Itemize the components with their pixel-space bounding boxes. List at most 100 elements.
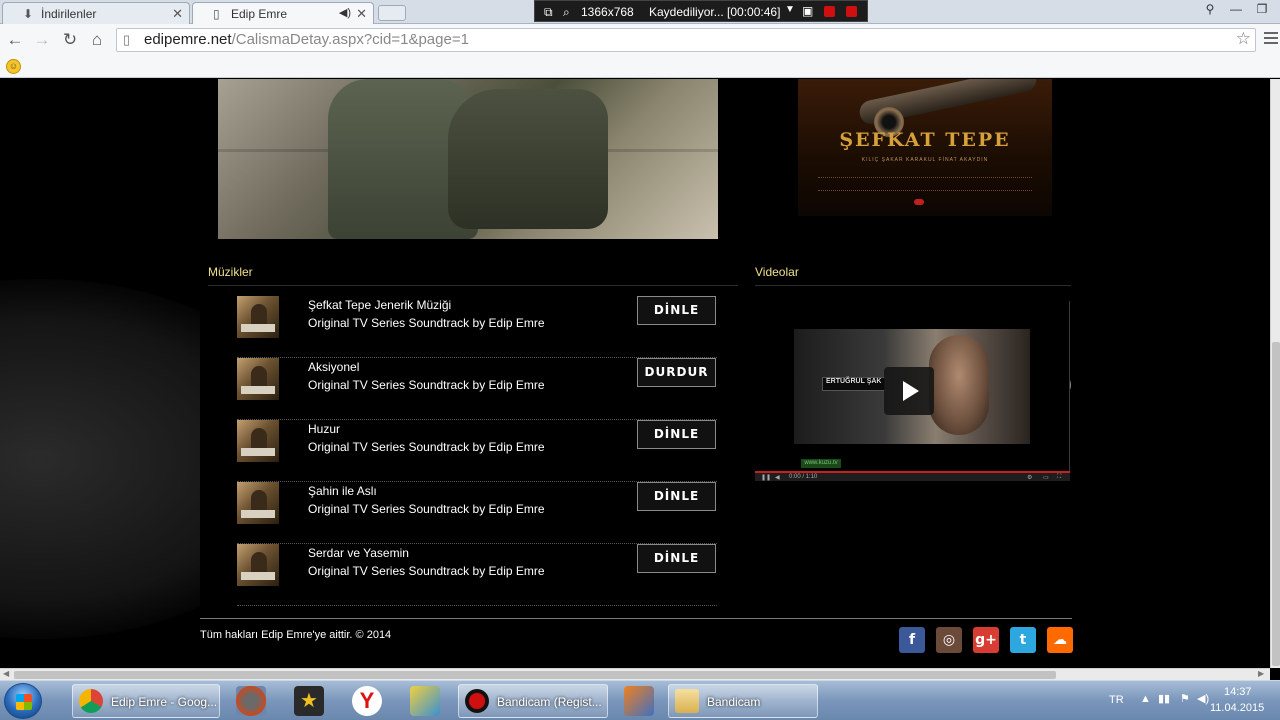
track-subtitle: Original TV Series Soundtrack by Edip Em… — [308, 378, 545, 392]
volume-icon[interactable]: ◀ — [775, 474, 780, 481]
poster-title: ŞEFKAT TEPE — [839, 129, 1011, 151]
soundcloud-icon[interactable]: ☁ — [1047, 627, 1073, 653]
paint-icon[interactable] — [410, 686, 440, 716]
show-hidden-icons-icon[interactable]: ▲ — [1140, 693, 1151, 705]
track-row: Şefkat Tepe Jenerik Müziği Original TV Se… — [237, 296, 717, 358]
video-time: 0:00 / 1:10 — [789, 474, 818, 480]
back-button[interactable]: ← — [4, 29, 26, 51]
track-row: Serdar ve Yasemin Original TV Series Soun… — [237, 544, 717, 606]
track-play-button[interactable]: DİNLE — [637, 296, 716, 325]
instagram-icon[interactable]: ◎ — [936, 627, 962, 653]
video-thumbnail[interactable]: ERTUĞRUL ŞAK — [794, 329, 1030, 444]
camera-icon[interactable]: ▣ — [802, 4, 813, 18]
flag-icon[interactable]: ⚑ — [1180, 692, 1190, 705]
start-button[interactable] — [4, 683, 42, 719]
track-play-button[interactable]: DİNLE — [637, 544, 716, 573]
chrome-menu-button[interactable] — [1264, 32, 1278, 48]
taskbar-bandicam-folder[interactable]: Bandicam — [668, 684, 818, 718]
recorder-bar: ⧉ ⌕ 1366x768 Kaydediliyor... [00:00:46] … — [534, 0, 868, 22]
new-tab-button[interactable] — [378, 5, 406, 21]
scroll-right-icon[interactable]: ▶ — [1258, 669, 1264, 678]
forward-button[interactable]: → — [31, 29, 53, 51]
clock-date[interactable]: 11.04.2015 — [1210, 702, 1264, 714]
twitter-icon[interactable]: t — [1010, 627, 1036, 653]
reload-button[interactable]: ↻ — [59, 29, 81, 51]
record-icon[interactable] — [846, 6, 857, 20]
pause-icon[interactable] — [824, 6, 835, 20]
smiley-icon[interactable]: ☺ — [6, 59, 21, 74]
track-subtitle: Original TV Series Soundtrack by Edip Em… — [308, 316, 545, 330]
recorder-resolution: 1366x768 — [581, 5, 634, 19]
fullscreen-icon[interactable]: ⛶ — [1057, 474, 1061, 481]
series-poster: ŞEFKAT TEPE KILIÇ ŞAKAR KARAKUL FİNAT AK… — [798, 79, 1052, 216]
system-tray: TR ▲ ▮▮ ⚑ ◀) 14:37 11.04.2015 — [1100, 681, 1280, 720]
tab-strip: ⬇ İndirilenler ✕ ▯ Edip Emre ◀) ✕ ⧉ ⌕ 13… — [0, 0, 1280, 24]
scroll-left-icon[interactable]: ◀ — [3, 669, 9, 678]
minimize-button[interactable]: — — [1224, 0, 1248, 18]
close-icon[interactable]: ✕ — [356, 6, 367, 22]
track-title: Serdar ve Yasemin — [308, 546, 409, 560]
clock-time[interactable]: 14:37 — [1224, 686, 1252, 698]
music-heading-divider — [208, 285, 738, 286]
bookmark-star-icon[interactable]: ☆ — [1236, 28, 1251, 50]
scrollbar-thumb[interactable] — [1272, 342, 1280, 666]
network-icon[interactable]: ▮▮ — [1158, 692, 1170, 705]
page-icon: ▯ — [123, 32, 131, 47]
tab-downloads[interactable]: ⬇ İndirilenler ✕ — [2, 2, 190, 24]
track-title: Şahin ile Aslı — [308, 484, 377, 498]
recorder-status: Kaydediliyor... [00:00:46] — [649, 5, 781, 19]
close-icon[interactable]: ✕ — [172, 6, 183, 22]
vertical-scrollbar[interactable] — [1270, 79, 1280, 668]
video-player[interactable]: ERTUĞRUL ŞAK www.kuzu.tv ❚❚ ◀ 0:00 / 1:1… — [755, 301, 1070, 481]
taskbar-chrome[interactable]: Edip Emre - Goog... — [72, 684, 220, 718]
window-icon[interactable]: ⧉ — [544, 5, 553, 20]
media-tool-icon[interactable] — [624, 686, 654, 716]
track-play-button[interactable]: DURDUR — [637, 358, 716, 387]
tab-label: İndirilenler — [41, 7, 97, 21]
videos-heading-divider — [755, 285, 1071, 286]
pause-icon[interactable]: ❚❚ — [761, 474, 771, 481]
speaker-icon[interactable]: ◀) — [1197, 692, 1209, 705]
star-movie-icon[interactable]: ★ — [294, 686, 324, 716]
address-bar[interactable]: ▯ edipemre.net/CalismaDetay.aspx?cid=1&p… — [116, 28, 1256, 52]
track-row: Aksiyonel Original TV Series Soundtrack b… — [237, 358, 717, 420]
track-title: Şefkat Tepe Jenerik Müziği — [308, 298, 452, 312]
windows-taskbar: Edip Emre - Goog... ★ Y Bandicam (Regist… — [0, 680, 1280, 720]
dropdown-icon[interactable]: ▼ — [785, 4, 795, 15]
bookmarks-bar: ☺ — [0, 56, 1280, 78]
tab-label: Edip Emre — [231, 7, 288, 21]
facebook-icon[interactable]: f — [899, 627, 925, 653]
chrome-icon — [79, 689, 103, 713]
url-path: /CalismaDetay.aspx?cid=1&page=1 — [231, 31, 469, 48]
track-play-button[interactable]: DİNLE — [637, 420, 716, 449]
scrollbar-thumb[interactable] — [14, 671, 1056, 679]
google-plus-icon[interactable]: g+ — [973, 627, 999, 653]
tab-edip-emre[interactable]: ▯ Edip Emre ◀) ✕ — [192, 2, 374, 24]
home-button[interactable]: ⌂ — [86, 29, 108, 51]
settings-icon[interactable]: ⚙ — [1027, 474, 1032, 481]
captions-icon[interactable]: ▭ — [1043, 474, 1049, 481]
play-icon[interactable] — [884, 367, 934, 415]
taskbar-bandicam-registration[interactable]: Bandicam (Regist... — [458, 684, 608, 718]
music-heading: Müzikler — [208, 265, 253, 279]
track-play-button[interactable]: DİNLE — [637, 482, 716, 511]
track-thumbnail — [237, 296, 279, 338]
taskbar-label: Bandicam (Regist... — [497, 695, 602, 709]
horizontal-scrollbar[interactable]: ◀ ▶ — [0, 668, 1270, 680]
folder-icon — [675, 689, 699, 713]
track-thumbnail — [237, 358, 279, 400]
video-link[interactable]: www.kuzu.tv — [801, 459, 841, 468]
user-icon[interactable]: ⚲ — [1198, 0, 1222, 18]
track-thumbnail — [237, 420, 279, 462]
language-indicator[interactable]: TR — [1109, 694, 1124, 706]
poster-names: KILIÇ ŞAKAR KARAKUL FİNAT AKAYDIN — [861, 157, 989, 163]
restore-button[interactable]: ❐ — [1250, 0, 1274, 18]
videos-heading: Videolar — [755, 265, 799, 279]
track-subtitle: Original TV Series Soundtrack by Edip Em… — [308, 440, 545, 454]
yandex-icon[interactable]: Y — [352, 686, 382, 716]
url-host: edipemre.net — [144, 31, 232, 48]
track-row: Şahin ile Aslı Original TV Series Soundtr… — [237, 482, 717, 544]
track-row: Huzur Original TV Series Soundtrack by Ed… — [237, 420, 717, 482]
magnifier-icon[interactable]: ⌕ — [563, 5, 570, 20]
swirl-app-icon[interactable] — [236, 686, 266, 716]
